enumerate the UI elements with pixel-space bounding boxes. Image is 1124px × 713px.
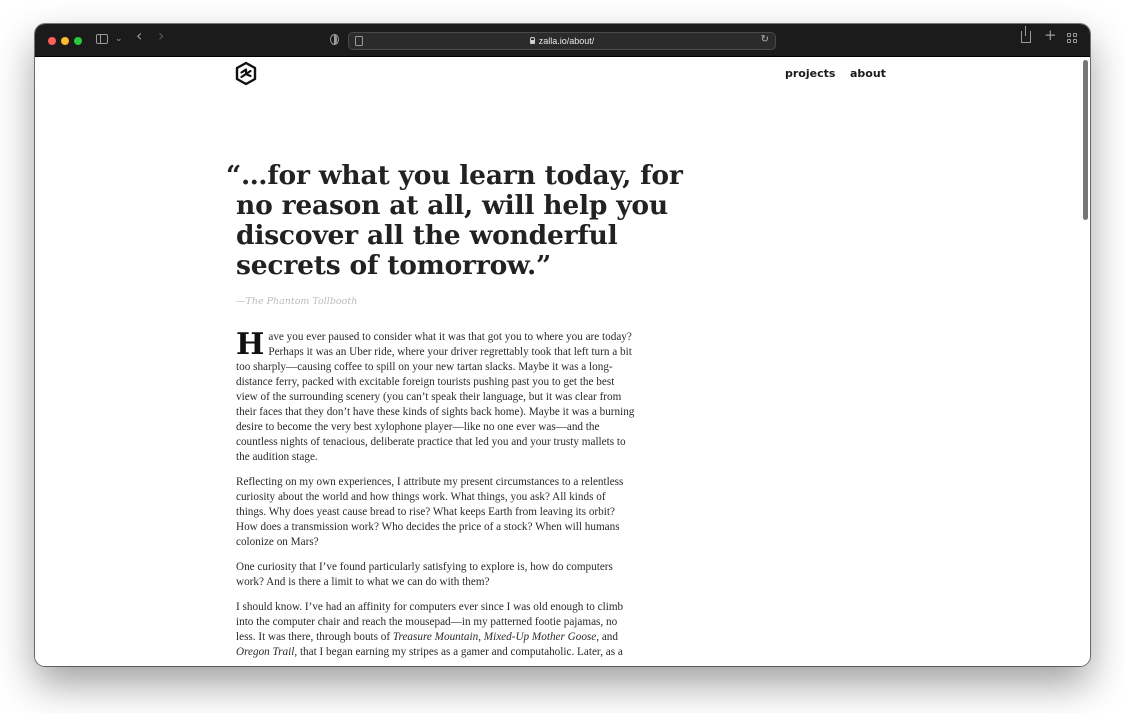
text-line: How does a transmission work? Who decide… bbox=[236, 521, 620, 533]
quote-line: discover all the wonderful bbox=[236, 220, 618, 251]
text-line: into the computer chair and reach the mo… bbox=[236, 616, 618, 628]
dropcap: H bbox=[236, 327, 265, 362]
game-title: Mixed-Up Mother Goose bbox=[483, 631, 597, 643]
site-header: projects about bbox=[35, 57, 1090, 97]
article: “…for what you learn today, for no reaso… bbox=[226, 161, 683, 666]
game-title: Oregon Trail bbox=[236, 646, 295, 658]
article-body: H ave you ever paused to consider what i… bbox=[236, 330, 666, 660]
quote-line: “…for what you learn today, for bbox=[226, 160, 683, 191]
text-line: their faces that they don’t have these k… bbox=[236, 406, 635, 418]
text-line: curiosity about the world and how things… bbox=[236, 491, 606, 503]
text-line: Reflecting on my own experiences, I attr… bbox=[236, 476, 624, 488]
text-line: too sharply—causing coffee to spill on y… bbox=[236, 361, 613, 373]
text-line: colonize on Mars? bbox=[236, 536, 319, 548]
paragraph: One curiosity that I’ve found particular… bbox=[236, 560, 666, 590]
text-run: , that I began earning my stripes as a g… bbox=[294, 646, 623, 658]
text-line: countless nights of tenacious, deliberat… bbox=[236, 436, 626, 448]
chevron-down-icon[interactable]: ⌄ bbox=[115, 33, 123, 45]
game-title: Treasure Mountain bbox=[392, 631, 479, 643]
text-line: work? And is there a limit to what we ca… bbox=[236, 576, 490, 588]
pull-quote: “…for what you learn today, for no reaso… bbox=[226, 160, 683, 281]
text-line: view of the surrounding scenery (you can… bbox=[236, 391, 622, 403]
text-run: less. It was there, through bouts of bbox=[236, 631, 393, 643]
browser-toolbar: ⌄ ‹ › zalla.io/about/ ↻ + bbox=[35, 24, 1090, 57]
new-tab-icon[interactable]: + bbox=[1044, 28, 1057, 43]
text-line: things. Why does yeast cause bread to ri… bbox=[236, 506, 615, 518]
text-line: ave you ever paused to consider what it … bbox=[268, 331, 632, 343]
text-line: Oregon Trail, that I began earning my st… bbox=[236, 645, 666, 660]
zalla-logo-icon[interactable] bbox=[234, 61, 258, 87]
nav-about-link[interactable]: about bbox=[850, 67, 886, 80]
paragraph: H ave you ever paused to consider what i… bbox=[236, 330, 666, 465]
minimize-window-button[interactable] bbox=[61, 37, 69, 45]
text-line: distance ferry, packed with excitable fo… bbox=[236, 376, 615, 388]
close-window-button[interactable] bbox=[48, 37, 56, 45]
text-line: One curiosity that I’ve found particular… bbox=[236, 561, 613, 573]
address-bar[interactable]: zalla.io/about/ ↻ bbox=[348, 32, 776, 50]
forward-icon[interactable]: › bbox=[158, 28, 164, 44]
paragraph: I should know. I’ve had an affinity for … bbox=[236, 600, 666, 660]
text-run: , and bbox=[596, 631, 618, 643]
text-line: I should know. I’ve had an affinity for … bbox=[236, 601, 624, 613]
nav-projects-link[interactable]: projects bbox=[785, 67, 835, 80]
text-line: Perhaps it was an Uber ride, where your … bbox=[268, 346, 632, 358]
tab-overview-icon[interactable] bbox=[1067, 33, 1078, 44]
reload-icon[interactable]: ↻ bbox=[761, 34, 769, 45]
shield-icon[interactable] bbox=[330, 34, 339, 45]
page-viewport: projects about “…for what you learn toda… bbox=[35, 57, 1090, 666]
text-line: the audition stage. bbox=[236, 451, 318, 463]
sidebar-icon[interactable] bbox=[96, 34, 108, 44]
quote-line: no reason at all, will help you bbox=[236, 190, 668, 221]
share-icon[interactable] bbox=[1021, 26, 1031, 43]
paragraph: Reflecting on my own experiences, I attr… bbox=[236, 475, 666, 550]
url-text[interactable]: zalla.io/about/ bbox=[539, 36, 595, 46]
quote-attribution: —The Phantom Tollbooth bbox=[236, 296, 358, 307]
back-icon[interactable]: ‹ bbox=[136, 28, 142, 44]
text-line: desire to become the very best xylophone… bbox=[236, 421, 600, 433]
text-line: less. It was there, through bouts of Tre… bbox=[236, 630, 666, 645]
zoom-window-button[interactable] bbox=[74, 37, 82, 45]
quote-line: secrets of tomorrow.” bbox=[236, 250, 552, 281]
lock-icon bbox=[529, 37, 535, 44]
browser-window: ⌄ ‹ › zalla.io/about/ ↻ + projects about bbox=[35, 24, 1090, 666]
